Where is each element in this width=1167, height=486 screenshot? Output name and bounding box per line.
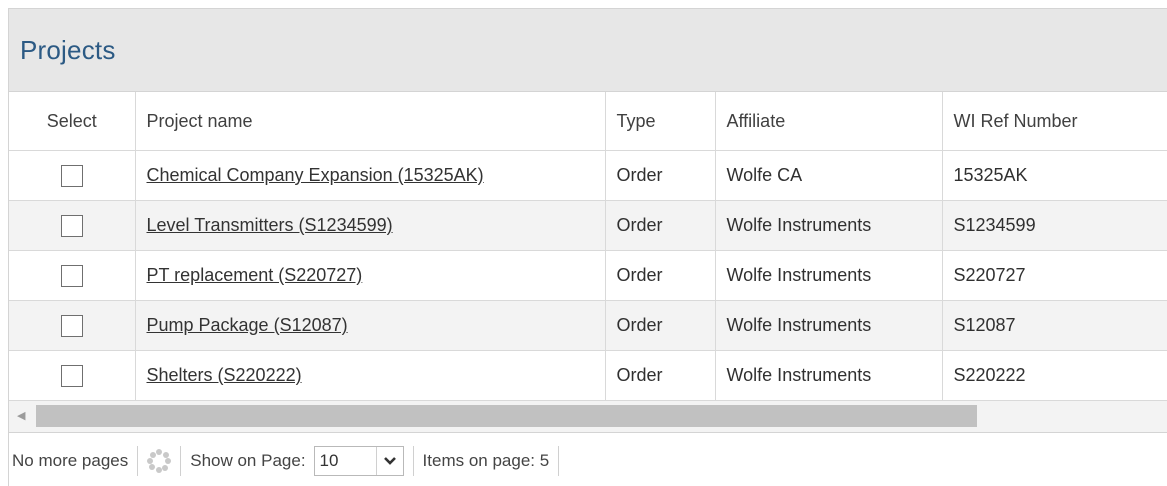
column-header-affiliate[interactable]: Affiliate <box>715 92 943 151</box>
table-header-row: Select Project name Type Affiliate WI Re… <box>9 92 1167 151</box>
select-cell <box>9 200 136 251</box>
row-checkbox[interactable] <box>60 264 83 287</box>
row-checkbox[interactable] <box>60 214 83 237</box>
items-on-page: Items on page: 5 <box>422 451 550 470</box>
project-link[interactable]: PT replacement (S220727) <box>147 265 363 285</box>
ref-number-cell: 15325AK <box>942 150 1167 201</box>
column-header-wi-ref-number[interactable]: WI Ref Number <box>942 92 1167 151</box>
ref-number-cell: S12087 <box>942 300 1167 351</box>
pager-divider <box>412 446 414 476</box>
ref-number-cell: S220222 <box>942 350 1167 401</box>
loading-spinner-icon[interactable] <box>147 449 172 473</box>
project-link[interactable]: Chemical Company Expansion (15325AK) <box>147 165 484 185</box>
projects-table: Select Project name Type Affiliate WI Re… <box>9 92 1167 401</box>
project-link[interactable]: Level Transmitters (S1234599) <box>147 215 393 235</box>
panel-title: Projects <box>20 34 116 65</box>
type-cell: Order <box>605 250 716 301</box>
affiliate-cell: Wolfe Instruments <box>715 300 943 351</box>
chevron-down-icon[interactable] <box>375 447 403 475</box>
type-cell: Order <box>605 300 716 351</box>
type-cell: Order <box>605 150 716 201</box>
column-header-project-name[interactable]: Project name <box>135 92 606 151</box>
select-cell <box>9 250 136 301</box>
project-link[interactable]: Shelters (S220222) <box>147 365 302 385</box>
project-name-cell: Shelters (S220222) <box>135 350 606 401</box>
pager-divider <box>558 446 560 476</box>
project-name-cell: Level Transmitters (S1234599) <box>135 200 606 251</box>
affiliate-cell: Wolfe Instruments <box>715 200 943 251</box>
table-row: Level Transmitters (S1234599) Order Wolf… <box>9 200 1167 251</box>
project-name-cell: Pump Package (S12087) <box>135 300 606 351</box>
show-on-page-label: Show on Page: <box>190 451 306 470</box>
pager-status: No more pages <box>12 451 129 470</box>
pager-divider <box>137 446 139 476</box>
select-cell <box>9 350 136 401</box>
pager: No more pages Show on Page: 10 Items on … <box>9 433 1167 486</box>
page-size-value: 10 <box>319 451 339 470</box>
scrollbar-thumb[interactable] <box>36 405 977 427</box>
ref-number-cell: S220727 <box>942 250 1167 301</box>
page-size-select[interactable]: 10 <box>313 446 404 476</box>
horizontal-scrollbar[interactable]: ◀ <box>9 401 1167 433</box>
projects-panel: Projects Select Project name Type Affili… <box>8 8 1167 486</box>
type-cell: Order <box>605 200 716 251</box>
project-name-cell: PT replacement (S220727) <box>135 250 606 301</box>
row-checkbox[interactable] <box>60 164 83 187</box>
panel-header: Projects <box>9 9 1167 92</box>
affiliate-cell: Wolfe CA <box>715 150 943 201</box>
table-row: PT replacement (S220727) Order Wolfe Ins… <box>9 250 1167 301</box>
pager-divider <box>180 446 182 476</box>
column-header-select[interactable]: Select <box>9 92 136 151</box>
row-checkbox[interactable] <box>60 364 83 387</box>
project-link[interactable]: Pump Package (S12087) <box>147 315 348 335</box>
project-name-cell: Chemical Company Expansion (15325AK) <box>135 150 606 201</box>
table-row: Shelters (S220222) Order Wolfe Instrumen… <box>9 350 1167 401</box>
select-cell <box>9 300 136 351</box>
type-cell: Order <box>605 350 716 401</box>
row-checkbox[interactable] <box>60 314 83 337</box>
ref-number-cell: S1234599 <box>942 200 1167 251</box>
affiliate-cell: Wolfe Instruments <box>715 250 943 301</box>
table-row: Chemical Company Expansion (15325AK) Ord… <box>9 150 1167 201</box>
table-row: Pump Package (S12087) Order Wolfe Instru… <box>9 300 1167 351</box>
select-cell <box>9 150 136 201</box>
triangle-left-icon[interactable]: ◀ <box>17 409 25 422</box>
affiliate-cell: Wolfe Instruments <box>715 350 943 401</box>
column-header-type[interactable]: Type <box>605 92 716 151</box>
